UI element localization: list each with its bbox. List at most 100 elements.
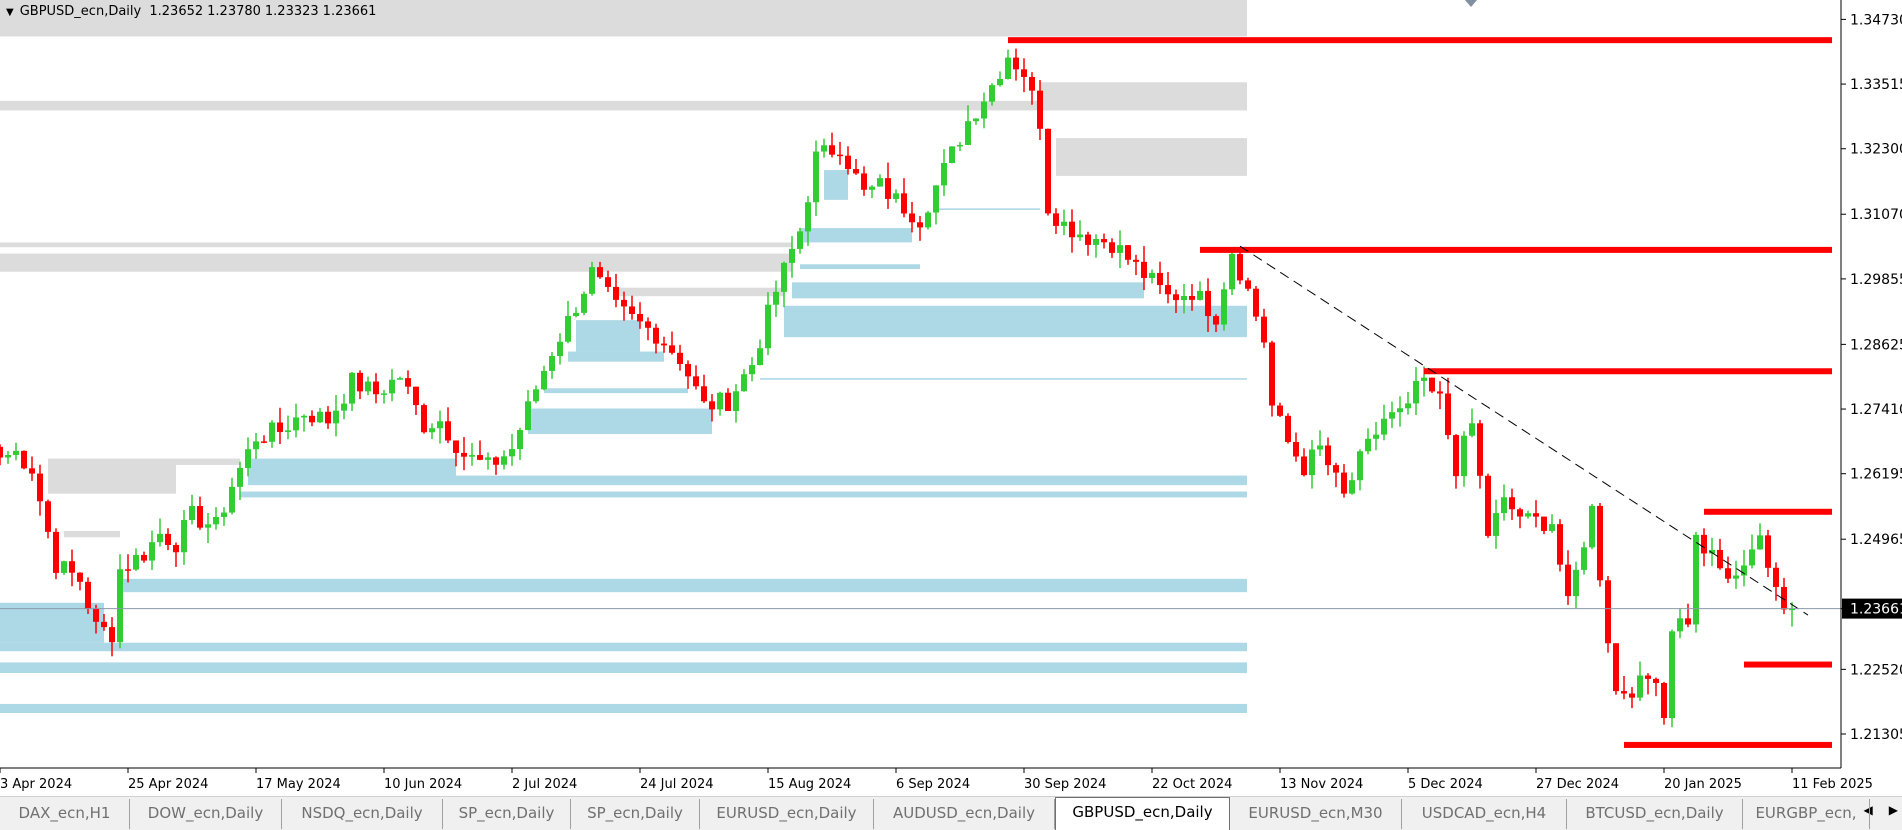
y-tick-label: 1.22520 [1850, 662, 1902, 678]
demand-zone[interactable] [568, 351, 664, 362]
resistance-support-level[interactable] [1424, 368, 1832, 375]
supply-zone[interactable] [616, 287, 784, 297]
collapse-triangle-icon[interactable]: ▼ [6, 7, 14, 18]
candle [397, 376, 403, 380]
candle-body [1269, 342, 1275, 406]
candle [885, 162, 891, 209]
candle [1517, 507, 1523, 529]
candle [517, 427, 523, 460]
supply-zone[interactable] [0, 253, 792, 272]
supply-zone[interactable] [1056, 138, 1247, 176]
candle-body [365, 381, 371, 392]
resistance-support-level[interactable] [1624, 741, 1832, 748]
tab-eurgbp-ecn[interactable]: EURGBP_ecn, [1743, 799, 1870, 829]
demand-zone[interactable] [248, 475, 1247, 486]
demand-zone[interactable] [784, 305, 1247, 338]
candle-body [1581, 547, 1587, 570]
demand-zone[interactable] [576, 320, 640, 352]
resistance-support-level[interactable] [1200, 246, 1832, 253]
tab-eurusd-ecn-daily[interactable]: EURUSD_ecn,Daily [700, 799, 874, 829]
supply-zone[interactable] [48, 458, 176, 494]
tab-sp-ecn-daily[interactable]: SP_ecn,Daily [571, 799, 700, 829]
tab-dow-ecn-daily[interactable]: DOW_ecn,Daily [130, 799, 282, 829]
candle [501, 450, 507, 470]
tab-usdcad-ecn-h4[interactable]: USDCAD_ecn,H4 [1402, 799, 1567, 829]
candle-body [1197, 290, 1203, 300]
resistance-support-level[interactable] [1704, 508, 1832, 515]
candle [645, 317, 651, 341]
candle [293, 403, 299, 438]
demand-zone[interactable] [800, 264, 920, 270]
candle-body [245, 449, 251, 468]
resistance-support-level[interactable] [1744, 661, 1832, 668]
candle [1237, 250, 1243, 285]
tab-gbpusd-ecn-daily[interactable]: GBPUSD_ecn,Daily [1055, 797, 1230, 830]
demand-zone[interactable] [0, 642, 1247, 652]
candle [1197, 281, 1203, 301]
candle-body [349, 372, 355, 404]
candle [1261, 308, 1267, 348]
candle-body [949, 146, 955, 163]
candle [997, 71, 1003, 87]
tab-dax-ecn-h1[interactable]: DAX_ecn,H1 [0, 799, 130, 829]
tab-scroll-right-icon[interactable]: ▶ [1889, 803, 1898, 817]
candle-body [29, 468, 35, 474]
price-axis: 1.34730 1.33515 1.32300 1.31070 1.29855 1.286… [1841, 12, 1902, 743]
candle [1229, 251, 1235, 296]
candle [1221, 282, 1227, 331]
candle [1301, 448, 1307, 477]
candle-body [189, 506, 195, 520]
tab-eurusd-ecn-m30[interactable]: EURUSD_ecn,M30 [1230, 799, 1402, 829]
supply-zone[interactable] [64, 530, 120, 538]
tab-nsdq-ecn-daily[interactable]: NSDQ_ecn,Daily [282, 799, 443, 829]
tab-audusd-ecn-daily[interactable]: AUDUSD_ecn,Daily [874, 799, 1055, 829]
candle [405, 370, 411, 394]
demand-zone[interactable] [800, 228, 912, 243]
candle-body [733, 391, 739, 412]
candle-body [237, 467, 243, 487]
demand-zone[interactable] [760, 378, 1247, 380]
demand-zone[interactable] [240, 491, 1247, 498]
candle-body [1469, 423, 1475, 436]
candle-body [1677, 618, 1683, 632]
candle-body [869, 186, 875, 190]
candle-body [1437, 391, 1443, 394]
candle-body [1373, 434, 1379, 439]
candle [1709, 537, 1715, 567]
tab-sp-ecn-daily[interactable]: SP_ecn,Daily [443, 799, 571, 829]
supply-zone[interactable] [1040, 82, 1247, 107]
x-tick-label: 22 Oct 2024 [1152, 777, 1232, 792]
candle-body [613, 286, 619, 300]
demand-zone[interactable] [0, 703, 1247, 713]
supply-zone[interactable] [176, 458, 240, 465]
candle [909, 201, 915, 233]
chart-shift-marker-icon[interactable] [1465, 0, 1477, 7]
demand-zone[interactable] [120, 578, 1247, 593]
demand-zone[interactable] [824, 170, 848, 200]
candle-body [317, 411, 323, 423]
candle-body [1005, 57, 1011, 79]
supply-zone[interactable] [0, 242, 792, 248]
candle-body [525, 401, 531, 431]
candle-body [557, 341, 563, 357]
demand-zone[interactable] [544, 388, 688, 394]
candle-body [1597, 505, 1603, 581]
demand-zone[interactable] [0, 662, 1247, 674]
candle [333, 395, 339, 437]
tab-btcusd-ecn-daily[interactable]: BTCUSD_ecn,Daily [1567, 799, 1743, 829]
demand-zone[interactable] [936, 208, 1040, 210]
candle-body [181, 519, 187, 553]
price-chart[interactable]: 1.34730 1.33515 1.32300 1.31070 1.29855 1.286… [0, 0, 1902, 796]
demand-zone[interactable] [792, 282, 1144, 299]
candle-body [1525, 513, 1531, 517]
candle [13, 442, 19, 461]
y-tick-label: 1.24965 [1850, 532, 1902, 548]
candle [181, 510, 187, 565]
candle-body [477, 455, 483, 460]
candle [565, 300, 571, 344]
candle [861, 166, 867, 196]
demand-zone[interactable] [528, 408, 712, 435]
candle [365, 376, 371, 396]
resistance-support-level[interactable] [1008, 37, 1832, 44]
candle-body [1021, 69, 1027, 77]
